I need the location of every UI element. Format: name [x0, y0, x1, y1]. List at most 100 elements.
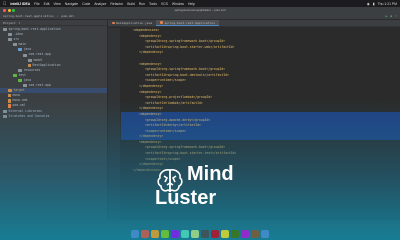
- folder-icon: [3, 109, 7, 113]
- code-text: <groupId>org.springframework.boot</group…: [145, 67, 226, 72]
- window-controls: [3, 8, 15, 12]
- menu-item-edit[interactable]: Edit: [44, 2, 50, 6]
- file-icon: [160, 21, 163, 24]
- mindluster-logo: Mind Luster: [155, 164, 265, 224]
- chevron-down-icon[interactable]: ▾: [19, 21, 21, 25]
- code-text: <artifactId>lombok</artifactId>: [145, 100, 203, 105]
- code-text: </dependency>: [139, 50, 164, 55]
- menu-item-run[interactable]: Run: [139, 2, 145, 6]
- folder-icon: [23, 84, 27, 88]
- app-icon[interactable]: [181, 230, 189, 238]
- debug-icon[interactable]: ✱: [390, 14, 392, 18]
- folder-icon: [13, 73, 17, 77]
- code-text: <dependency>: [139, 111, 162, 116]
- finder-icon[interactable]: [131, 230, 139, 238]
- code-text: </dependency>: [139, 83, 164, 88]
- search-icon[interactable]: ⌕: [395, 14, 397, 18]
- code-text: <dependency>: [139, 89, 162, 94]
- app-icon[interactable]: [161, 230, 169, 238]
- window-title: spring-boot-rest-application – pom.xml: [174, 8, 226, 12]
- code-area[interactable]: <dependencies> <dependency> <groupId>org.s…: [121, 28, 400, 173]
- tree-item-label: resources: [23, 67, 41, 72]
- app-icon[interactable]: [201, 230, 209, 238]
- menu-item-tools[interactable]: Tools: [149, 2, 157, 6]
- app-icon[interactable]: [251, 230, 259, 238]
- editor-tab-label: RestApplication.java: [116, 21, 153, 25]
- file-icon: [112, 21, 115, 25]
- folder-icon: [8, 89, 12, 93]
- logo-word-1: Mind: [187, 163, 234, 185]
- file-icon: [28, 63, 31, 67]
- app-icon[interactable]: [171, 230, 179, 238]
- run-icon[interactable]: ▶: [386, 14, 388, 18]
- folder-icon: [3, 114, 7, 118]
- code-text: <artifactId>spring-boot-starter-web</art…: [145, 44, 235, 49]
- code-text: <dependency>: [139, 61, 162, 66]
- code-text: <groupId>org.springframework.boot</group…: [145, 39, 226, 44]
- app-icon[interactable]: [211, 230, 219, 238]
- battery-icon[interactable]: ▮: [373, 2, 375, 6]
- breadcrumb-file[interactable]: pom.xml: [61, 14, 74, 18]
- app-icon[interactable]: [231, 230, 239, 238]
- code-text: <dependencies>: [133, 28, 160, 32]
- menu-item-refactor[interactable]: Refactor: [110, 2, 123, 6]
- app-icon[interactable]: [241, 230, 249, 238]
- close-window-button[interactable]: [3, 8, 6, 12]
- folder-icon: [3, 28, 7, 32]
- code-text: <groupId>org.projectlombok</groupId>: [145, 95, 213, 100]
- menu-items: File Edit View Navigate Code Analyze Refactor B…: [34, 2, 195, 6]
- folder-icon: [28, 58, 32, 62]
- tree-item-label: Scratches and Consoles: [8, 113, 50, 118]
- app-icon[interactable]: [151, 230, 159, 238]
- code-text: <dependency>: [139, 139, 162, 144]
- app-name-menu[interactable]: IntelliJ IDEA: [10, 2, 30, 6]
- code-text: <artifactId>derby</artifactId>: [145, 123, 201, 128]
- folder-icon: [8, 33, 12, 37]
- folder-icon: [13, 43, 17, 47]
- folder-icon: [18, 48, 22, 52]
- tree-item[interactable]: Scratches and Consoles: [0, 114, 107, 119]
- apple-icon[interactable]: : [3, 1, 6, 6]
- code-text: <groupId>org.springframework.boot</group…: [145, 145, 226, 150]
- menu-item-window[interactable]: Window: [172, 2, 184, 6]
- app-icon[interactable]: [141, 230, 149, 238]
- project-tree: spring-boot-rest-application .idea src main…: [0, 26, 107, 119]
- editor-tab[interactable]: spring-boot-rest-application: [156, 20, 219, 26]
- navigation-bar: spring-boot-rest-application › pom.xml ▶…: [0, 13, 400, 20]
- wifi-icon[interactable]: ◉: [367, 2, 370, 6]
- code-text: <groupId>org.apache.derby</groupId>: [145, 117, 211, 122]
- menu-item-vcs[interactable]: VCS: [161, 2, 168, 6]
- menu-item-code[interactable]: Code: [82, 2, 90, 6]
- code-text: <dependency>: [139, 33, 162, 38]
- zoom-window-button[interactable]: [12, 8, 15, 12]
- project-panel-title[interactable]: Project: [3, 21, 16, 25]
- mac-menu-bar:  IntelliJ IDEA File EditView Navigate Code…: [0, 0, 400, 7]
- logo-word-2: Luster: [155, 187, 217, 209]
- app-icon[interactable]: [261, 230, 269, 238]
- code-text: <scope>test</scope>: [145, 156, 181, 161]
- menu-item-file[interactable]: File: [34, 2, 39, 6]
- code-text: <scope>runtime</scope>: [145, 78, 186, 83]
- editor-tabs: RestApplication.java spring-boot-rest-app…: [108, 20, 400, 27]
- app-icon[interactable]: [221, 230, 229, 238]
- folder-icon: [8, 38, 12, 42]
- folder-icon: [23, 53, 27, 57]
- project-panel: Project ▾ spring-boot-rest-application .i…: [0, 20, 108, 220]
- mac-dock: [60, 228, 340, 240]
- menu-item-help[interactable]: Help: [188, 2, 195, 6]
- folder-icon: [18, 68, 22, 72]
- file-icon: [8, 94, 11, 98]
- minimize-window-button[interactable]: [7, 8, 11, 12]
- breadcrumb-project[interactable]: spring-boot-rest-application: [3, 14, 54, 18]
- code-text: <scope>runtime</scope>: [145, 128, 186, 133]
- code-text: </dependency>: [139, 106, 164, 111]
- editor-tab[interactable]: RestApplication.java: [108, 20, 156, 26]
- menu-item-navigate[interactable]: Navigate: [65, 2, 78, 6]
- menu-item-analyze[interactable]: Analyze: [94, 2, 106, 6]
- menu-item-view[interactable]: View: [53, 2, 60, 6]
- editor-tab-label: spring-boot-rest-application: [164, 20, 215, 25]
- line-number-gutter: [108, 28, 120, 220]
- app-icon[interactable]: [191, 230, 199, 238]
- tree-item-label: com.rest.app: [28, 83, 51, 88]
- menu-item-build[interactable]: Build: [127, 2, 135, 6]
